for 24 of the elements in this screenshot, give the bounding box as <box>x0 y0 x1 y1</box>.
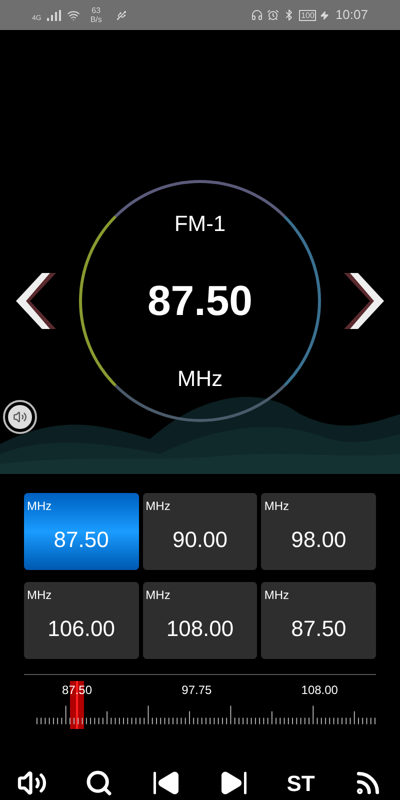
preset-button[interactable]: MHz 87.50 <box>24 493 139 570</box>
speed-unit: B/s <box>90 15 102 24</box>
charging-icon <box>320 10 330 20</box>
usb-icon <box>116 10 127 20</box>
scale-label: 108.00 <box>301 682 338 699</box>
wifi-icon <box>67 8 80 22</box>
scale-label: 97.75 <box>182 682 212 699</box>
unit-label: MHz <box>177 365 223 393</box>
preset-button[interactable]: MHz 90.00 <box>142 493 258 570</box>
alarm-icon <box>267 9 280 21</box>
frequency-display: 87.50 <box>147 280 253 322</box>
signal-icon <box>47 10 62 20</box>
clock-time: 10:07 <box>335 6 368 24</box>
battery-indicator: 100 <box>299 10 316 20</box>
speaker-icon <box>13 410 27 424</box>
stereo-button[interactable]: ST <box>282 765 319 800</box>
volume-button[interactable] <box>3 400 37 434</box>
preset-button[interactable]: MHz 106.00 <box>24 582 139 659</box>
speed-value: 63 <box>92 6 101 15</box>
preset-button[interactable]: MHz 87.50 <box>261 582 376 659</box>
preset-button[interactable]: MHz 98.00 <box>261 493 376 570</box>
headphones-icon <box>251 9 264 21</box>
band-label: FM-1 <box>174 210 226 238</box>
preset-button[interactable]: MHz 108.00 <box>142 582 258 659</box>
